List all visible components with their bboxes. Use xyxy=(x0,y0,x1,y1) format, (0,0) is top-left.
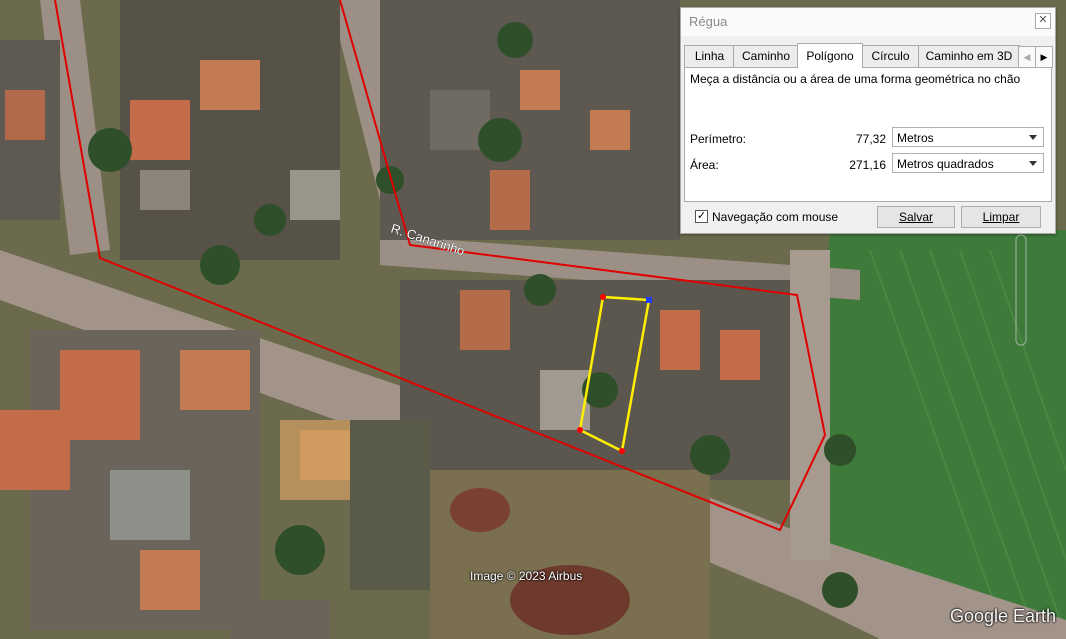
tab-caminho[interactable]: Caminho xyxy=(733,45,799,67)
tab-scroll-left-icon[interactable]: ◀ xyxy=(1018,46,1036,68)
measurement-vertex xyxy=(600,294,606,300)
tab-poligono[interactable]: Polígono xyxy=(797,43,863,68)
mouse-navigation-label: Navegação com mouse xyxy=(712,210,839,224)
ruler-dialog: Régua ✕ Linha Caminho Polígono Círculo C… xyxy=(680,7,1056,234)
mouse-navigation-checkbox[interactable]: ✓ xyxy=(695,210,708,223)
perimeter-label: Perímetro: xyxy=(690,132,747,146)
perimeter-value: 77,32 xyxy=(855,132,886,146)
description-text: Meça a distância ou a área de uma forma … xyxy=(690,72,1021,86)
area-value: 271,16 xyxy=(849,158,886,172)
imagery-credit: Image © 2023 Airbus xyxy=(470,569,583,583)
perimeter-unit-value: Metros xyxy=(897,131,934,145)
tab-circulo[interactable]: Círculo xyxy=(861,45,920,67)
measurement-vertex-active xyxy=(646,297,652,303)
chevron-down-icon xyxy=(1029,135,1037,140)
area-unit-select[interactable]: Metros quadrados xyxy=(892,153,1044,173)
area-unit-value: Metros quadrados xyxy=(897,157,994,171)
measurement-vertex xyxy=(619,448,625,454)
tab-caminho-3d[interactable]: Caminho em 3D xyxy=(918,45,1020,67)
tab-bar: Linha Caminho Polígono Círculo Caminho e… xyxy=(684,43,1053,68)
dialog-title: Régua xyxy=(681,8,1055,36)
perimeter-unit-select[interactable]: Metros xyxy=(892,127,1044,147)
tab-scroll-right-icon[interactable]: ▶ xyxy=(1035,46,1053,68)
google-earth-logo: Google Earth xyxy=(950,606,1057,626)
measurement-vertex xyxy=(577,427,583,433)
area-label: Área: xyxy=(690,158,719,172)
tab-linha[interactable]: Linha xyxy=(684,45,735,67)
chevron-down-icon xyxy=(1029,161,1037,166)
polygon-tab-panel: Meça a distância ou a área de uma forma … xyxy=(684,67,1052,202)
save-button[interactable]: Salvar xyxy=(877,206,955,228)
close-icon[interactable]: ✕ xyxy=(1035,13,1051,29)
clear-button[interactable]: Limpar xyxy=(961,206,1041,228)
